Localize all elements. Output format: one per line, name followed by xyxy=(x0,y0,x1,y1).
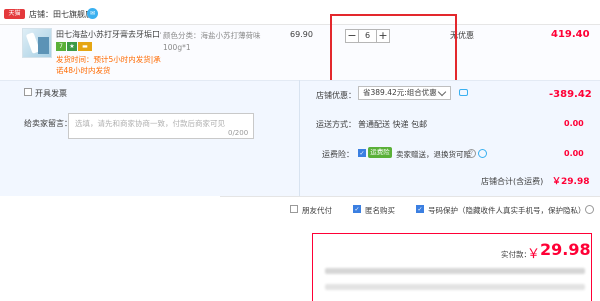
comment-icon[interactable] xyxy=(459,89,468,96)
help-icon[interactable] xyxy=(585,205,594,214)
seller-message-label: 给卖家留言： xyxy=(24,119,72,128)
coupon-label: 店铺优惠： xyxy=(316,91,356,100)
number-protection-label: 号码保护（隐藏收件人真实手机号，保护隐私） xyxy=(428,206,586,215)
shop-total-amount: ￥29.98 xyxy=(552,177,590,187)
shipping-label: 运送方式： xyxy=(316,120,356,129)
invoice-checkbox[interactable] xyxy=(24,88,32,96)
friend-pay-label: 朋友代付 xyxy=(302,206,332,215)
divider xyxy=(220,196,600,197)
payment-currency: ￥ xyxy=(527,247,541,262)
product-title[interactable]: 田七海盐小苏打牙膏去牙垢口气... xyxy=(56,29,161,40)
help-icon[interactable]: ? xyxy=(467,149,476,158)
shipping-amount: 0.00 xyxy=(564,119,584,128)
insurance-checkbox[interactable]: ✓ xyxy=(358,149,366,157)
shipping-method: 普通配送 快递 包邮 xyxy=(358,120,428,129)
product-thumbnail[interactable] xyxy=(22,28,52,58)
ship-time-text-2: 诺48小时内发货 xyxy=(56,66,111,75)
blurred-recipient xyxy=(325,284,585,290)
insurance-amount: 0.00 xyxy=(564,149,584,158)
badge-card-icon: ▬ xyxy=(78,42,92,51)
blurred-address xyxy=(325,268,585,274)
chat-bubble-icon[interactable] xyxy=(478,149,487,158)
service-badges: 7 ★ ▬ xyxy=(56,42,93,51)
number-protection-checkbox[interactable]: ✓ xyxy=(416,205,424,213)
chat-icon[interactable]: ✉ xyxy=(87,8,98,19)
message-char-count: 0/200 xyxy=(228,129,249,137)
badge-7day-icon: 7 xyxy=(56,42,66,51)
unit-price: 69.90 xyxy=(290,30,313,39)
anonymous-purchase-checkbox[interactable]: ✓ xyxy=(353,205,361,213)
coupon-select[interactable]: 省389.42元:组合优惠 xyxy=(358,86,451,100)
shop-total-label: 店铺合计(含运费) xyxy=(481,177,544,186)
ship-time-text: 发货时间：预计5小时内发货|承 xyxy=(56,55,161,64)
friend-pay-checkbox[interactable] xyxy=(290,205,298,213)
payment-amount: 29.98 xyxy=(540,240,591,259)
invoice-label: 开具发票 xyxy=(35,89,67,98)
shop-name[interactable]: 店铺：田七旗舰店 xyxy=(29,9,93,20)
seller-message-placeholder: 选填，请先和商家协商一致，付款后商家可见 xyxy=(75,119,225,128)
insurance-badge: 运费险 xyxy=(368,147,392,158)
badge-guarantee-icon: ★ xyxy=(67,42,77,51)
sku-info: 颜色分类：海盐小苏打薄荷味100g*1 xyxy=(163,31,261,52)
coupon-amount: -389.42 xyxy=(549,89,592,100)
insurance-label: 运费险： xyxy=(322,150,354,159)
item-subtotal: 419.40 xyxy=(551,29,590,40)
tmall-logo: 天猫 xyxy=(4,9,25,19)
insurance-text: 卖家赠送，退换货可赔 xyxy=(396,150,471,159)
anonymous-purchase-label: 匿名购买 xyxy=(365,206,395,215)
divider xyxy=(299,80,300,196)
